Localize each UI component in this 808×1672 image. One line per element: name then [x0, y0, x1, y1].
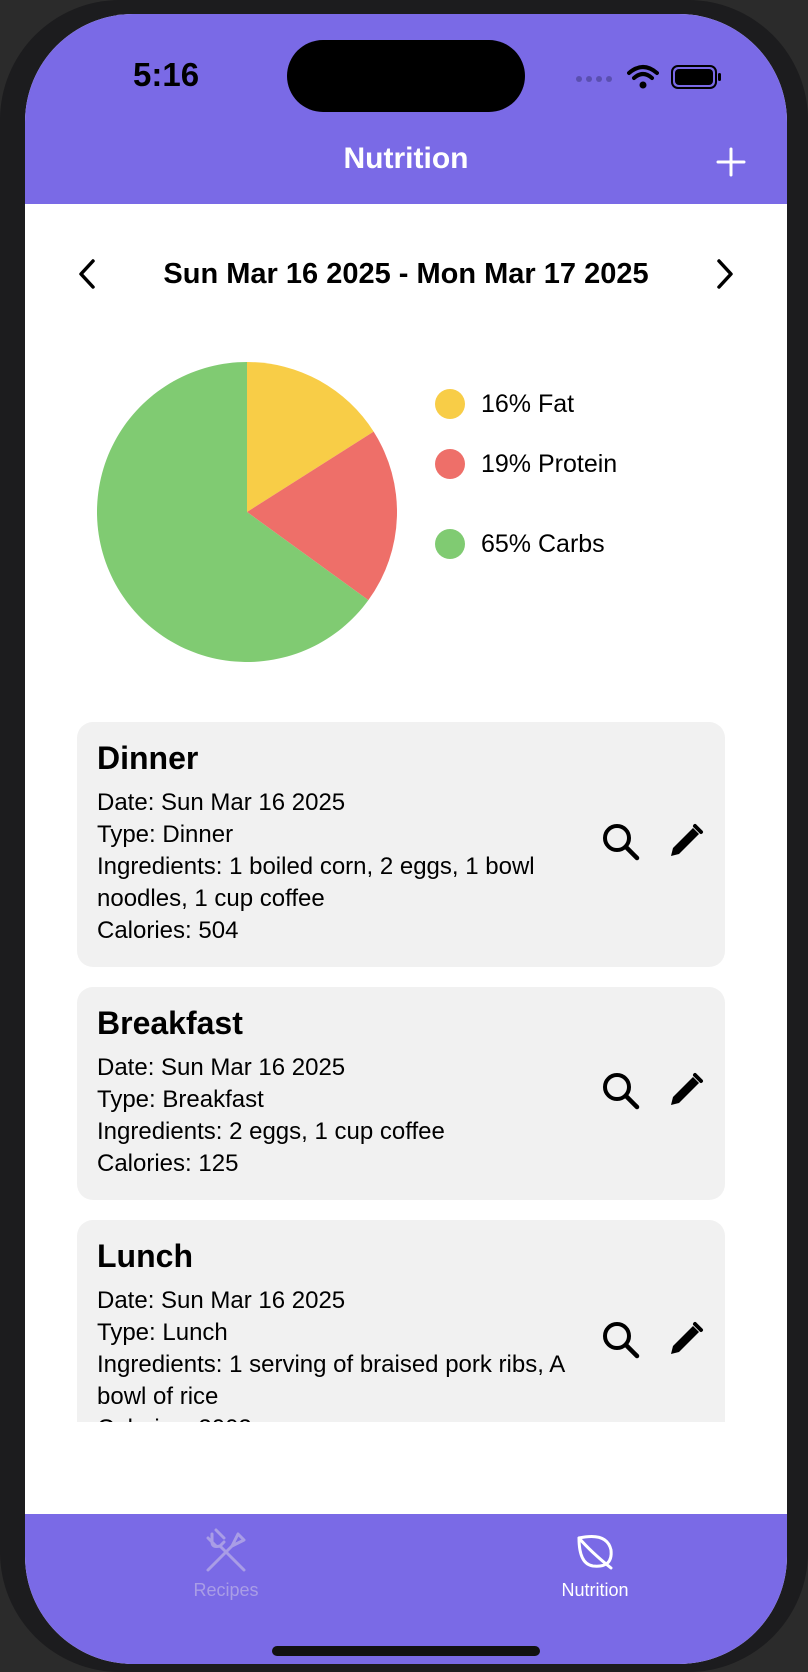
chevron-left-icon	[79, 259, 95, 289]
legend-item-carbs: 65% Carbs	[435, 494, 617, 594]
macro-chart: 16% Fat 19% Protein 65% Carbs	[25, 354, 787, 674]
legend-swatch-carbs	[435, 529, 465, 559]
pencil-icon	[671, 1322, 703, 1354]
battery-icon	[671, 65, 721, 89]
wifi-icon	[627, 65, 659, 89]
tab-bar: Recipes Nutrition	[25, 1514, 787, 1664]
meal-title: Breakfast	[97, 1005, 243, 1041]
legend-swatch-protein	[435, 449, 465, 479]
meal-actions	[601, 1071, 705, 1111]
fork-knife-icon	[206, 1528, 246, 1572]
view-meal-button[interactable]	[601, 1320, 641, 1360]
meal-calories: Calories: 125	[97, 1150, 239, 1177]
edit-meal-button[interactable]	[665, 1071, 705, 1111]
tab-recipes[interactable]: Recipes	[126, 1528, 326, 1601]
meal-calories: Calories: 504	[97, 917, 239, 944]
meal-list: Dinner Date: Sun Mar 16 2025 Type: Dinne…	[77, 722, 725, 1422]
meal-date: Date: Sun Mar 16 2025	[97, 1054, 346, 1081]
device-frame: 5:16 Nutrition Sun Mar 16 2025 - Mon Mar…	[0, 0, 808, 1672]
macro-pie-chart	[97, 362, 397, 662]
status-icons	[575, 64, 723, 90]
meal-card: Dinner Date: Sun Mar 16 2025 Type: Dinne…	[77, 722, 725, 967]
previous-date-button[interactable]	[69, 256, 105, 292]
meal-date: Date: Sun Mar 16 2025	[97, 789, 346, 816]
meal-card: Lunch Date: Sun Mar 16 2025 Type: Lunch …	[77, 1220, 725, 1422]
meal-card: Breakfast Date: Sun Mar 16 2025 Type: Br…	[77, 987, 725, 1200]
tab-nutrition[interactable]: Nutrition	[495, 1528, 695, 1601]
leaf-icon	[577, 1535, 613, 1570]
view-meal-button[interactable]	[601, 822, 641, 862]
top-bar: 5:16 Nutrition	[25, 14, 787, 204]
home-indicator	[272, 1646, 540, 1656]
meal-title: Lunch	[97, 1238, 193, 1274]
app-screen: 5:16 Nutrition Sun Mar 16 2025 - Mon Mar…	[25, 14, 787, 1664]
tab-label-recipes: Recipes	[193, 1580, 259, 1600]
page-title: Nutrition	[343, 142, 469, 175]
date-navigator: Sun Mar 16 2025 - Mon Mar 17 2025	[25, 244, 787, 304]
legend-label-protein: 19% Protein	[481, 449, 618, 478]
search-icon	[603, 824, 640, 861]
edit-meal-button[interactable]	[665, 822, 705, 862]
meal-ingredients: Ingredients: 2 eggs, 1 cup coffee	[97, 1118, 445, 1145]
search-icon	[603, 1073, 640, 1110]
chart-legend: 16% Fat 19% Protein 65% Carbs	[435, 374, 617, 594]
pencil-icon	[671, 824, 703, 856]
meal-actions	[601, 1320, 705, 1360]
meal-type: Type: Dinner	[97, 821, 234, 848]
meal-type: Type: Breakfast	[97, 1086, 264, 1113]
meal-actions	[601, 822, 705, 862]
status-time: 5:16	[133, 56, 200, 93]
meal-type: Type: Lunch	[97, 1319, 228, 1346]
search-icon	[603, 1322, 640, 1359]
date-range-label: Sun Mar 16 2025 - Mon Mar 17 2025	[163, 258, 649, 290]
view-meal-button[interactable]	[601, 1071, 641, 1111]
edit-meal-button[interactable]	[665, 1320, 705, 1360]
legend-label-fat: 16% Fat	[481, 389, 575, 418]
meal-ingredients: Ingredients: 1 boiled corn, 2 eggs, 1 bo…	[97, 853, 535, 912]
plus-icon	[716, 147, 746, 177]
chevron-right-icon	[717, 259, 733, 289]
next-date-button[interactable]	[707, 256, 743, 292]
meal-title: Dinner	[97, 740, 199, 776]
pencil-icon	[671, 1073, 703, 1105]
meal-calories: Calories: 2002	[97, 1413, 567, 1422]
meal-date: Date: Sun Mar 16 2025	[97, 1287, 346, 1314]
tab-label-nutrition: Nutrition	[561, 1580, 629, 1600]
meal-ingredients: Ingredients: 1 serving of braised pork r…	[97, 1351, 564, 1410]
legend-swatch-fat	[435, 389, 465, 419]
legend-label-carbs: 65% Carbs	[481, 529, 605, 558]
signal-icon	[576, 76, 612, 82]
dynamic-island	[287, 40, 525, 112]
add-button[interactable]	[711, 142, 751, 182]
